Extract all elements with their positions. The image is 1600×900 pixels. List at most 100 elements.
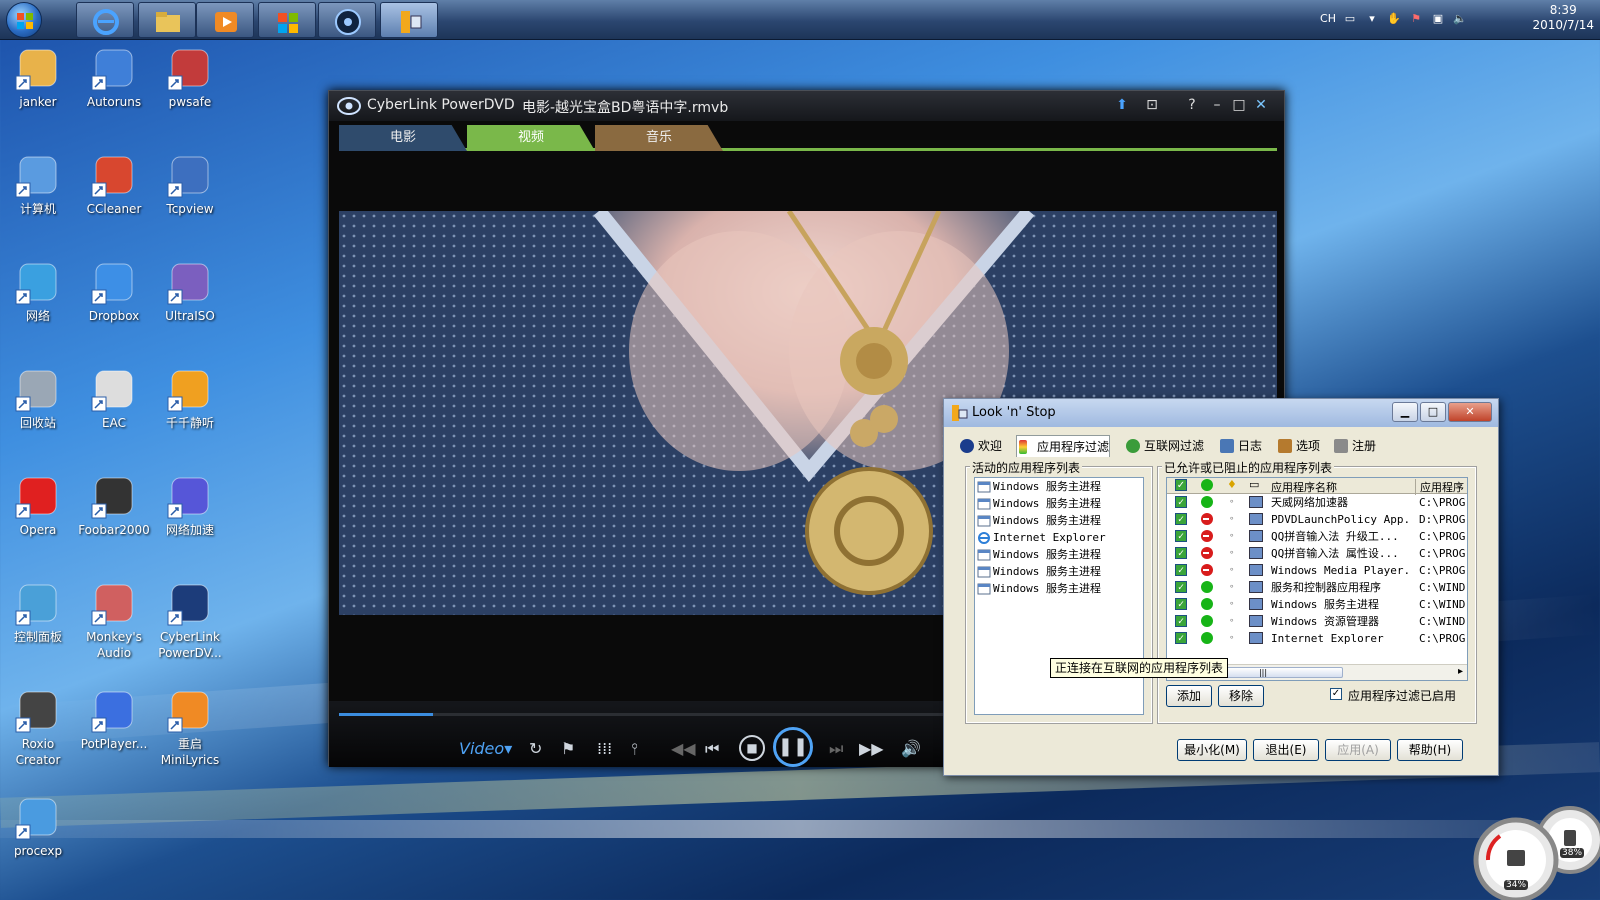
powerdvd-titlebar[interactable]: CyberLink PowerDVD 电影-越光宝盒BD粤语中字.rmvb ⬆ … <box>329 91 1284 121</box>
apply-button[interactable]: 应用(A) <box>1325 739 1391 761</box>
help-icon[interactable]: ? <box>1184 97 1200 113</box>
desktop-icon[interactable]: 千千静听 <box>152 365 228 431</box>
table-row[interactable]: ✓ ∘ Internet Explorer C:\PROG <box>1167 630 1467 647</box>
desktop-icon[interactable]: Foobar2000 <box>76 472 152 538</box>
mini-player-icon[interactable]: ⊡ <box>1144 97 1160 113</box>
taskbar-media-button[interactable] <box>196 2 254 38</box>
desktop-icon[interactable]: Opera <box>0 472 76 538</box>
allow-status-icon[interactable] <box>1201 598 1213 610</box>
desktop-icon[interactable]: PotPlayer... <box>76 686 152 752</box>
rewind-icon[interactable]: ◀◀ <box>671 739 696 758</box>
close-icon[interactable]: ✕ <box>1253 97 1269 113</box>
remove-button[interactable]: 移除 <box>1218 685 1264 707</box>
desktop-icon[interactable]: pwsafe <box>152 44 228 110</box>
tab-welcome[interactable]: 欢迎 <box>958 435 1002 457</box>
tab-log[interactable]: 日志 <box>1218 435 1262 457</box>
start-button[interactable] <box>6 2 42 38</box>
desktop-icon[interactable]: procexp <box>0 793 76 859</box>
filter-enabled-checkbox[interactable]: ✓ <box>1330 688 1342 700</box>
help-button[interactable]: 帮助(H) <box>1397 739 1463 761</box>
table-row[interactable]: ✓ ∘ Windows Media Player... C:\PROG <box>1167 562 1467 579</box>
fast-forward-icon[interactable]: ▶▶ <box>859 739 884 758</box>
tab-register[interactable]: 注册 <box>1332 435 1376 457</box>
block-status-icon[interactable] <box>1201 564 1213 576</box>
taskbar-looknstop-button[interactable] <box>380 2 438 38</box>
header-status-icon[interactable] <box>1201 479 1213 491</box>
close-icon[interactable]: ✕ <box>1448 402 1492 422</box>
pause-button[interactable]: ❚❚ <box>773 727 813 767</box>
header-window-icon[interactable]: ▭ <box>1249 478 1259 491</box>
desktop-icon[interactable]: 计算机 <box>0 151 76 217</box>
desktop-icon[interactable]: Tcpview <box>152 151 228 217</box>
table-row[interactable]: ✓ ∘ 服务和控制器应用程序 C:\WIND <box>1167 579 1467 596</box>
tab-video[interactable]: 视频 <box>467 125 595 151</box>
menu-grid-icon[interactable]: ⁞⁞⁞ <box>597 739 612 758</box>
header-bulb-icon[interactable]: ♦ <box>1227 478 1237 491</box>
table-row[interactable]: ✓ ∘ 天威网络加速器 C:\PROG <box>1167 494 1467 511</box>
stop-button[interactable]: ■ <box>739 735 765 761</box>
tab-movie[interactable]: 电影 <box>339 125 467 151</box>
desktop-icon[interactable]: janker <box>0 44 76 110</box>
maximize-icon[interactable]: □ <box>1231 97 1247 113</box>
looknstop-titlebar[interactable]: Look 'n' Stop ▁ □ ✕ <box>944 399 1498 427</box>
taskbar-explorer-button[interactable] <box>138 2 196 38</box>
table-row[interactable]: ✓ ∘ Windows 服务主进程 C:\WIND <box>1167 596 1467 613</box>
block-status-icon[interactable] <box>1201 547 1213 559</box>
minimize-button[interactable]: 最小化(M) <box>1177 739 1247 761</box>
block-status-icon[interactable] <box>1201 513 1213 525</box>
list-item[interactable]: Windows 服务主进程 <box>975 563 1143 580</box>
desktop-icon[interactable]: 控制面板 <box>0 579 76 645</box>
volume-icon[interactable]: 🔊 <box>901 739 921 758</box>
col-name[interactable]: 应用程序名称 <box>1271 479 1337 495</box>
desktop-icon[interactable]: Monkey's Audio <box>76 579 152 661</box>
bookmark-icon[interactable]: ⚑ <box>561 739 575 758</box>
allow-status-icon[interactable] <box>1201 581 1213 593</box>
desktop-icon[interactable]: 回收站 <box>0 365 76 431</box>
desktop-icon[interactable]: EAC <box>76 365 152 431</box>
taskbar-windows-button[interactable] <box>258 2 316 38</box>
known-apps-list[interactable]: ✓ ♦ ▭ 应用程序名称 应用程序 ✓ ∘ 天威网络加速器 C:\PROG ✓ ∘ PDVD… <box>1166 477 1468 681</box>
row-checkbox[interactable]: ✓ <box>1175 615 1187 627</box>
allow-status-icon[interactable] <box>1201 496 1213 508</box>
desktop-icon[interactable]: 重启 MiniLyrics <box>152 686 228 768</box>
row-checkbox[interactable]: ✓ <box>1175 564 1187 576</box>
allow-status-icon[interactable] <box>1201 632 1213 644</box>
row-checkbox[interactable]: ✓ <box>1175 632 1187 644</box>
chevron-down-icon[interactable]: ▾ <box>1364 12 1380 26</box>
action-center-icon[interactable]: ⚑ <box>1408 12 1424 26</box>
clock[interactable]: 8:39 2010/7/14 <box>1532 3 1594 33</box>
volume-icon[interactable]: 🔈 <box>1452 12 1468 26</box>
list-item[interactable]: Windows 服务主进程 <box>975 495 1143 512</box>
next-icon[interactable]: ⏭ <box>829 739 843 759</box>
settings-sliders-icon[interactable]: ⫯ <box>631 739 638 759</box>
desktop-icon[interactable]: Autoruns <box>76 44 152 110</box>
desktop-icon[interactable]: 网络加速 <box>152 472 228 538</box>
desktop-icon[interactable]: 网络 <box>0 258 76 324</box>
col-path[interactable]: 应用程序 <box>1415 479 1464 495</box>
row-checkbox[interactable]: ✓ <box>1175 598 1187 610</box>
repeat-icon[interactable]: ↻ <box>529 739 542 758</box>
table-row[interactable]: ✓ ∘ QQ拼音输入法 属性设... C:\PROG <box>1167 545 1467 562</box>
tab-internet-filter[interactable]: 互联网过滤 <box>1124 435 1204 457</box>
list-item[interactable]: Windows 服务主进程 <box>975 580 1143 597</box>
row-checkbox[interactable]: ✓ <box>1175 513 1187 525</box>
header-check-icon[interactable]: ✓ <box>1175 479 1187 491</box>
mode-selector[interactable]: Video▾ <box>459 739 512 758</box>
table-row[interactable]: ✓ ∘ QQ拼音输入法 升级工... C:\PROG <box>1167 528 1467 545</box>
list-item[interactable]: Internet Explorer <box>975 529 1143 546</box>
tab-app-filter[interactable]: 应用程序过滤 <box>1016 435 1111 457</box>
list-item[interactable]: Windows 服务主进程 <box>975 546 1143 563</box>
upgrade-icon[interactable]: ⬆ <box>1114 97 1130 113</box>
desktop-icon[interactable]: CCleaner <box>76 151 152 217</box>
exit-button[interactable]: 退出(E) <box>1253 739 1319 761</box>
table-row[interactable]: ✓ ∘ PDVDLaunchPolicy App... D:\PROG <box>1167 511 1467 528</box>
taskbar-ie-button[interactable] <box>76 2 134 38</box>
desktop-icon[interactable]: Dropbox <box>76 258 152 324</box>
allow-status-icon[interactable] <box>1201 615 1213 627</box>
row-checkbox[interactable]: ✓ <box>1175 581 1187 593</box>
list-item[interactable]: Windows 服务主进程 <box>975 478 1143 495</box>
tab-music[interactable]: 音乐 <box>595 125 723 151</box>
keyboard-icon[interactable]: ▭ <box>1342 12 1358 26</box>
block-status-icon[interactable] <box>1201 530 1213 542</box>
minimize-icon[interactable]: – <box>1209 97 1225 113</box>
